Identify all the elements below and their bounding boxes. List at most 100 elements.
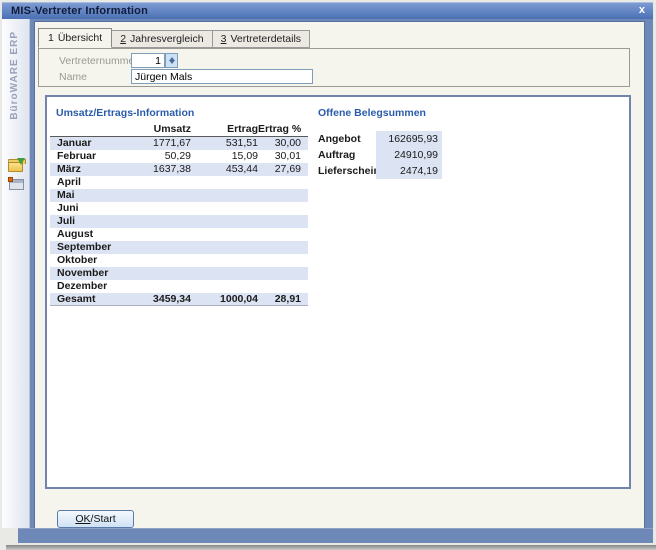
- ertrag-pct-cell: [258, 280, 308, 293]
- umsatz-cell: [148, 215, 191, 228]
- month-cell: September: [50, 241, 148, 254]
- total-label-cell: Gesamt: [50, 293, 148, 305]
- ertrag-pct-cell: 30,00: [258, 137, 308, 150]
- beleg-row: Angebot 162695,93: [318, 131, 442, 147]
- total-ertrag-pct-cell: 28,91: [258, 293, 308, 305]
- umsatz-cell: [148, 241, 191, 254]
- umsatz-cell: [148, 254, 191, 267]
- name-label: Name: [59, 71, 87, 83]
- ertrag-header: Ertrag: [191, 123, 258, 136]
- ok-button-rest: /Start: [91, 513, 116, 525]
- name-input[interactable]: [131, 69, 313, 84]
- month-cell: Dezember: [50, 280, 148, 293]
- header-form: Vertreternummer Name: [38, 48, 630, 87]
- ertrag-cell: [191, 267, 258, 280]
- main-content: 1 Übersicht 2 Jahresvergleich 3Vertreterde…: [30, 19, 653, 528]
- table-row: April: [50, 176, 308, 189]
- umsatz-header: Umsatz: [148, 123, 191, 136]
- tab-label: Vertreterdetails: [230, 33, 301, 45]
- table-row: Juni: [50, 202, 308, 215]
- month-cell: März: [50, 163, 148, 176]
- tab-uebersicht[interactable]: 1 Übersicht: [38, 28, 112, 48]
- ertrag-cell: [191, 176, 258, 189]
- left-sidebar: BüroWARE ERP: [2, 19, 30, 528]
- beleg-value: 24910,99: [376, 147, 442, 163]
- ertrag-cell: 531,51: [191, 137, 258, 150]
- beleg-label: Lieferschein: [318, 165, 376, 177]
- window-list-icon[interactable]: [9, 179, 24, 190]
- title-bar: MIS-Vertreter Information x: [2, 2, 653, 19]
- tab-number: 3: [221, 33, 227, 45]
- vertreternummer-input[interactable]: [131, 53, 165, 68]
- vertreternummer-spinner[interactable]: [165, 53, 178, 68]
- ertrag-cell: [191, 254, 258, 267]
- tab-number: 1: [48, 32, 54, 44]
- ertrag-pct-cell: [258, 267, 308, 280]
- table-row: September: [50, 241, 308, 254]
- beleg-label: Angebot: [318, 133, 376, 145]
- ertrag-cell: [191, 228, 258, 241]
- umsatz-cell: [148, 280, 191, 293]
- ertrag-pct-cell: 30,01: [258, 150, 308, 163]
- spinner-down-icon[interactable]: [169, 60, 175, 64]
- window-title: MIS-Vertreter Information: [11, 5, 148, 17]
- info-panel: Umsatz/Ertrags-Information Umsatz Ertrag…: [45, 95, 631, 489]
- month-cell: Oktober: [50, 254, 148, 267]
- table-row: Februar 50,29 15,09 30,01: [50, 150, 308, 163]
- umsatz-cell: [148, 176, 191, 189]
- total-row: Gesamt 3459,34 1000,04 28,91: [50, 293, 308, 306]
- ertrag-cell: [191, 202, 258, 215]
- total-umsatz-cell: 3459,34: [148, 293, 191, 305]
- beleg-label: Auftrag: [318, 149, 376, 161]
- ertrag-cell: [191, 241, 258, 254]
- ertrag-pct-cell: [258, 254, 308, 267]
- ertrag-cell: [191, 189, 258, 202]
- ertrag-pct-header: Ertrag %: [258, 123, 308, 136]
- month-cell: Januar: [50, 137, 148, 150]
- beleg-section-title: Offene Belegsummen: [318, 107, 442, 119]
- table-row: Oktober: [50, 254, 308, 267]
- beleg-value: 2474,19: [376, 163, 442, 179]
- folder-import-icon[interactable]: [8, 159, 25, 173]
- ertrag-pct-cell: [258, 189, 308, 202]
- table-row: August: [50, 228, 308, 241]
- table-row: Januar 1771,67 531,51 30,00: [50, 137, 308, 150]
- tab-vertreterdetails[interactable]: 3Vertreterdetails: [213, 30, 310, 48]
- month-cell: Februar: [50, 150, 148, 163]
- ertrag-cell: [191, 215, 258, 228]
- tab-label: Übersicht: [58, 32, 102, 44]
- umsatz-cell: [148, 202, 191, 215]
- ertrag-pct-cell: [258, 215, 308, 228]
- month-cell: Juni: [50, 202, 148, 215]
- ertrag-pct-cell: 27,69: [258, 163, 308, 176]
- umsatz-cell: [148, 228, 191, 241]
- beleg-section: Offene Belegsummen Angebot 162695,93 Auf…: [318, 107, 442, 179]
- month-header: [50, 123, 148, 136]
- table-row: Mai: [50, 189, 308, 202]
- ertrag-pct-cell: [258, 228, 308, 241]
- total-ertrag-cell: 1000,04: [191, 293, 258, 305]
- month-cell: April: [50, 176, 148, 189]
- ertrag-pct-cell: [258, 202, 308, 215]
- ok-start-button[interactable]: OK/Start: [57, 510, 134, 528]
- table-row: Dezember: [50, 280, 308, 293]
- beleg-row: Auftrag 24910,99: [318, 147, 442, 163]
- month-cell: November: [50, 267, 148, 280]
- month-cell: Mai: [50, 189, 148, 202]
- beleg-rows: Angebot 162695,93 Auftrag 24910,99 Liefe…: [318, 131, 442, 179]
- umsatz-cell: 1637,38: [148, 163, 191, 176]
- window-bottom-frame: [18, 528, 653, 543]
- beleg-row: Lieferschein 2474,19: [318, 163, 442, 179]
- tab-label: Jahresvergleich: [130, 33, 204, 45]
- close-icon[interactable]: x: [639, 4, 645, 16]
- month-cell: Juli: [50, 215, 148, 228]
- tab-strip: 1 Übersicht 2 Jahresvergleich 3Vertreterde…: [38, 28, 310, 48]
- umsatz-section-title: Umsatz/Ertrags-Information: [56, 107, 194, 119]
- ok-button-accel: OK: [75, 513, 90, 525]
- tab-number: 2: [120, 33, 126, 45]
- umsatz-cell: [148, 189, 191, 202]
- vertreternummer-label: Vertreternummer: [59, 55, 138, 67]
- tab-jahresvergleich[interactable]: 2 Jahresvergleich: [112, 30, 212, 48]
- umsatz-cell: 1771,67: [148, 137, 191, 150]
- ertrag-cell: 453,44: [191, 163, 258, 176]
